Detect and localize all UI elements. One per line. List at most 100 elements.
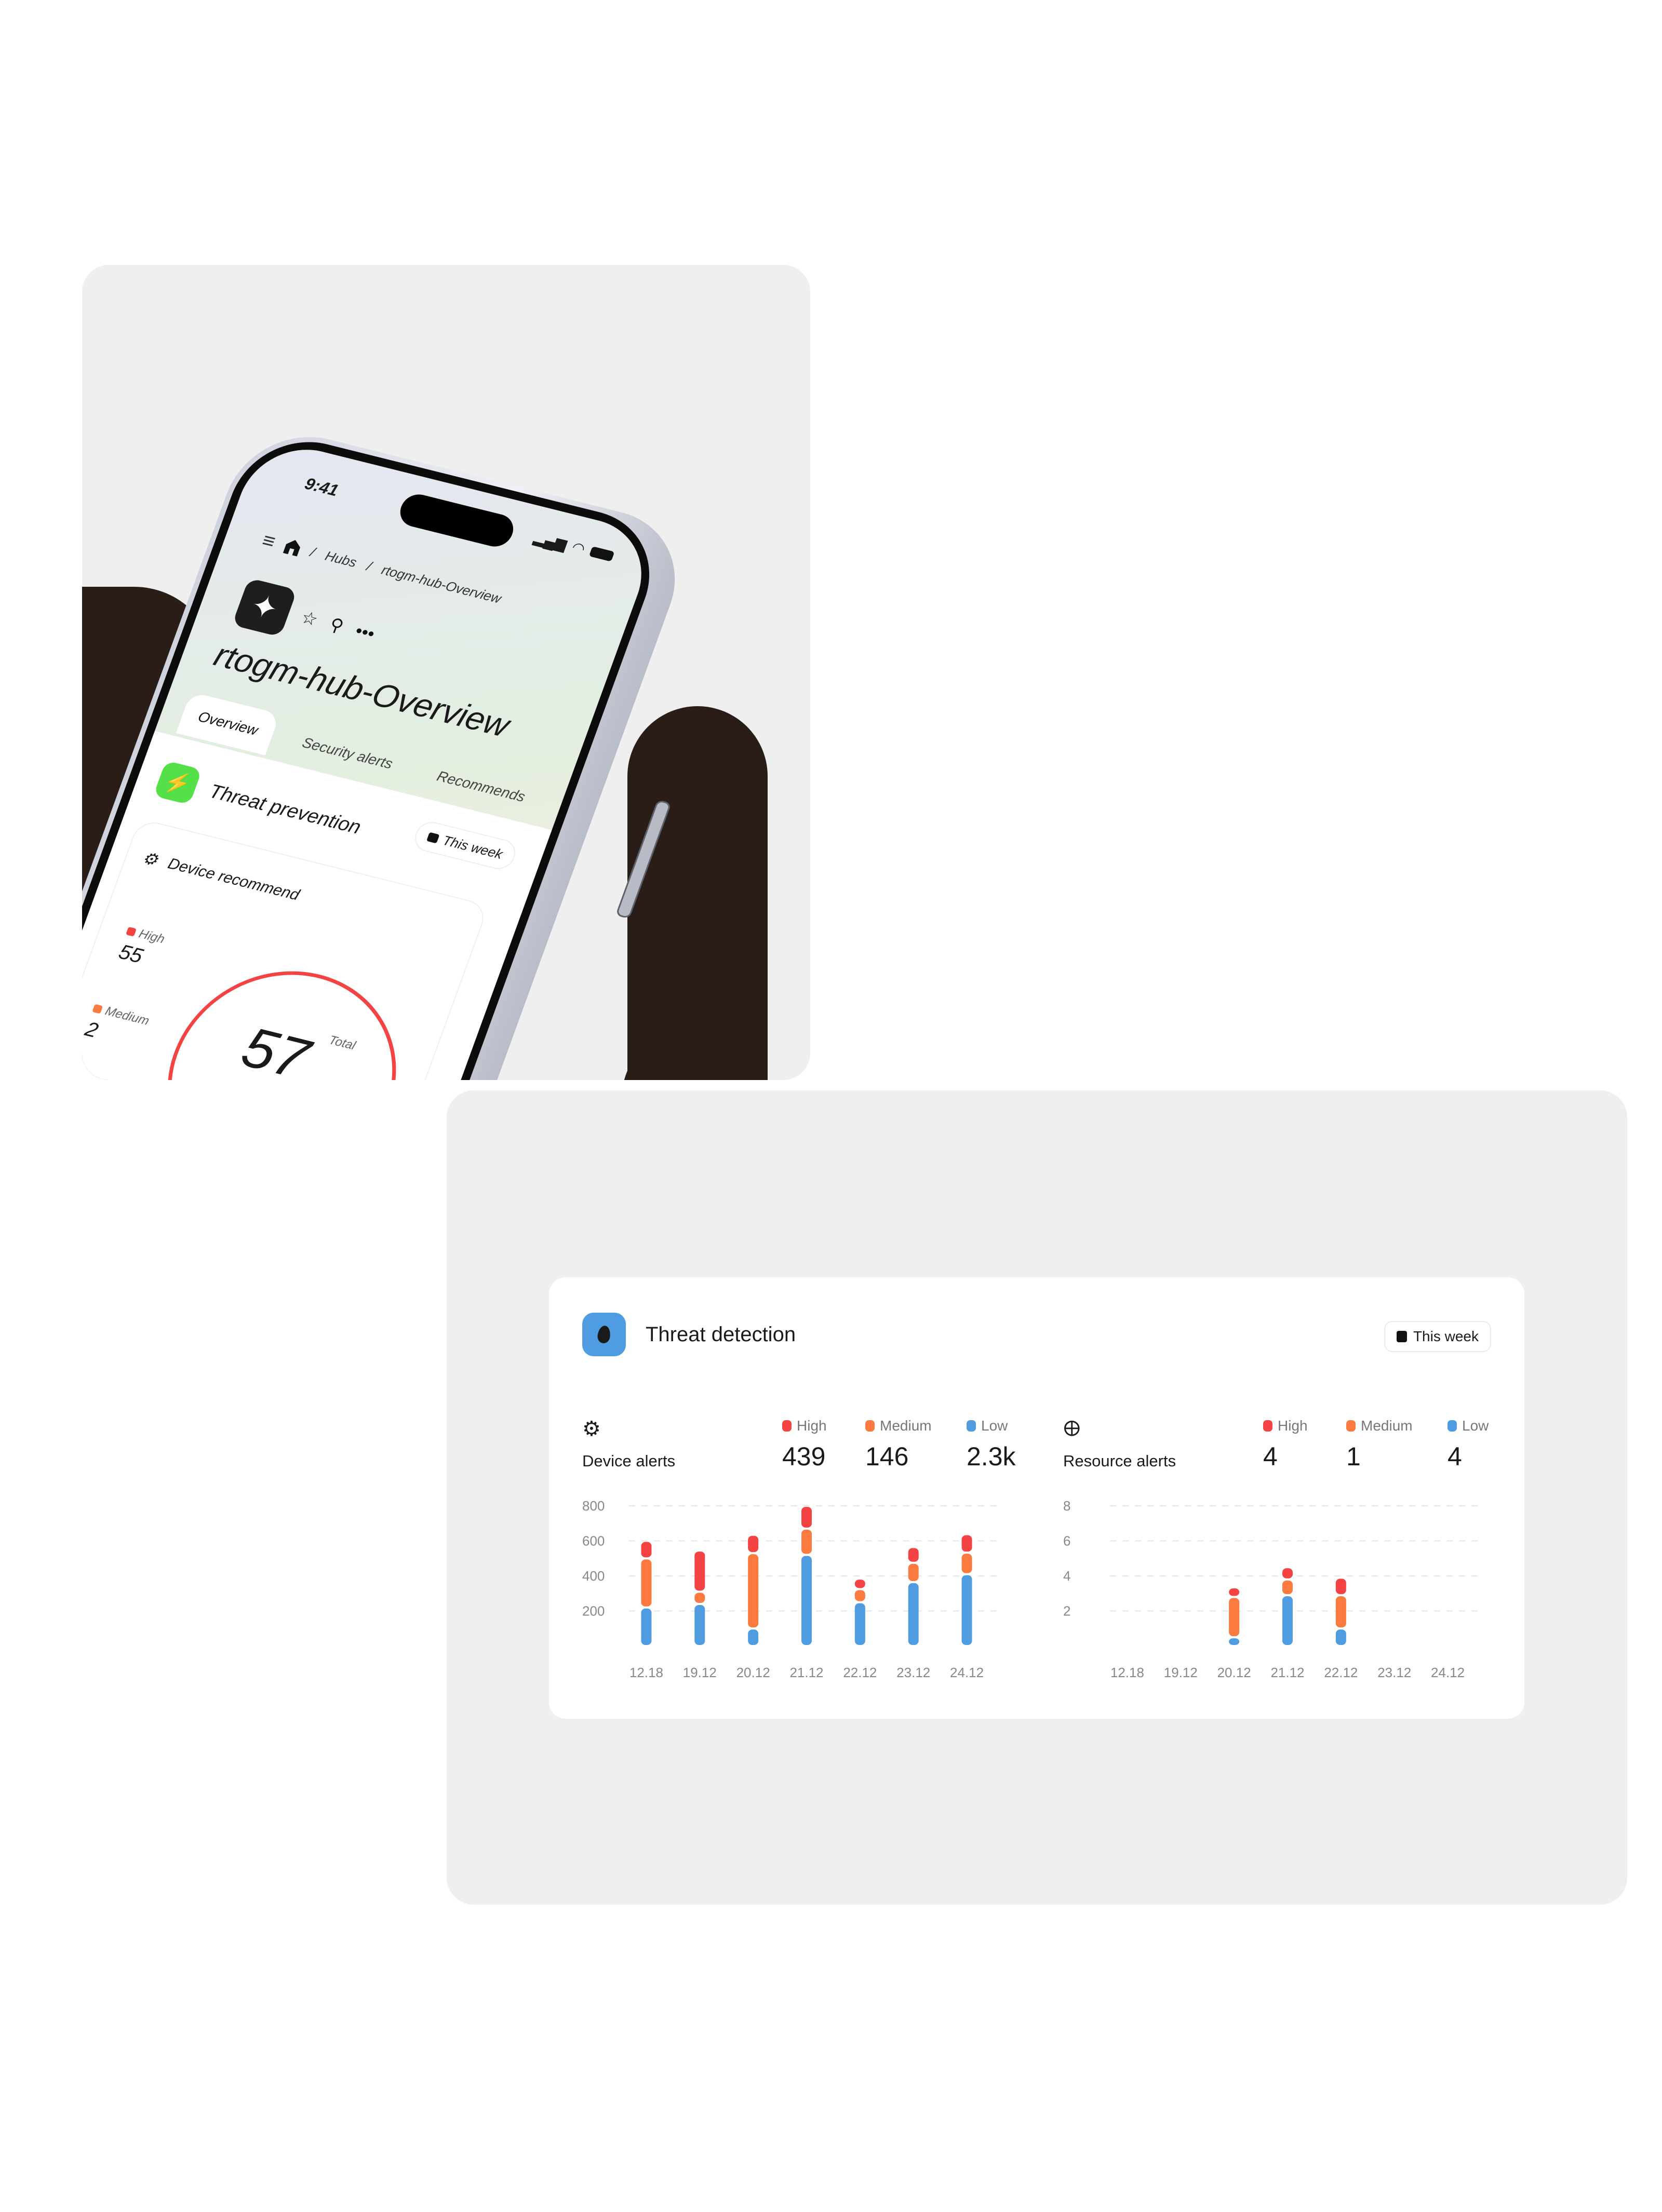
date-range-label: This week (440, 832, 505, 862)
bar-segment-low[interactable] (641, 1608, 652, 1645)
bar-segment-low[interactable] (908, 1583, 919, 1645)
y-tick-label: 6 (1063, 1533, 1070, 1549)
stat-high-value: 4 (1263, 1442, 1278, 1471)
y-tick-label: 800 (582, 1498, 605, 1514)
bar-segment-low[interactable] (1282, 1596, 1293, 1645)
x-tick-label: 23.12 (896, 1665, 930, 1680)
bar-segment-medium[interactable] (748, 1554, 759, 1628)
more-icon[interactable]: ••• (353, 621, 378, 644)
legend-high: High 55 (115, 924, 167, 972)
globe-icon: 🜨 (1063, 1418, 1081, 1440)
bar-segment-high[interactable] (854, 1580, 865, 1588)
y-tick-label: 8 (1063, 1498, 1070, 1514)
bar-segment-high[interactable] (694, 1552, 705, 1591)
device-recommend-title: Device recommend (165, 855, 302, 904)
y-tick-label: 4 (1063, 1568, 1070, 1584)
stat-high-label: High (797, 1418, 827, 1434)
device-recommend-card: ⚙ Device recommend High 55 Medium 2 Low … (82, 818, 489, 1080)
bar-segment-medium[interactable] (854, 1590, 865, 1601)
hub-logo-sparkle-icon: ✦ (232, 577, 298, 637)
bar-segment-medium[interactable] (1282, 1580, 1293, 1595)
bar-segment-high[interactable] (908, 1548, 919, 1562)
threat-detection-panel: Threat detection This week ⚙ Device aler… (447, 1090, 1627, 1905)
bar-segment-medium[interactable] (908, 1563, 919, 1581)
x-tick-label: 12.18 (629, 1665, 663, 1680)
stat-medium-value: 1 (1346, 1442, 1361, 1471)
stat-medium-value: 146 (865, 1442, 909, 1471)
dynamic-island (395, 491, 518, 550)
x-tick-label: 24.12 (1431, 1665, 1465, 1680)
medium-swatch (865, 1420, 875, 1432)
stat-low-value: 2.3k (967, 1442, 1016, 1471)
search-icon[interactable]: ⚲ (327, 614, 346, 637)
legend-medium: Medium 2 (82, 1001, 151, 1054)
stat-medium-label: Medium (1361, 1418, 1413, 1434)
bar-segment-low[interactable] (748, 1629, 759, 1645)
status-time: 9:41 (302, 474, 341, 500)
stat-medium: Medium 146 (865, 1418, 932, 1472)
calendar-icon (426, 832, 440, 843)
bar-segment-low[interactable] (961, 1575, 972, 1645)
bar-segment-high[interactable] (1282, 1568, 1293, 1579)
bar-segment-medium[interactable] (694, 1593, 705, 1603)
bar-segment-low[interactable] (1335, 1629, 1346, 1645)
breadcrumb-current: rtogm-hub-Overview (379, 562, 504, 606)
bar-segment-low[interactable] (854, 1603, 865, 1645)
high-swatch (126, 926, 137, 937)
device-recommend-header: ⚙ Device recommend (140, 848, 302, 906)
stat-high-value: 439 (782, 1442, 826, 1471)
flame-icon-badge (582, 1313, 626, 1356)
phone-mockup-panel: 9:41 ▂▄▆ ◠ ≡ / Hubs / rtogm-hub-Overview… (82, 265, 810, 1080)
x-tick-label: 21.12 (789, 1665, 823, 1680)
bar-segment-high[interactable] (1335, 1579, 1346, 1595)
legend-high-label: High (137, 926, 167, 947)
date-range-button[interactable]: This week (410, 818, 520, 872)
low-swatch (967, 1420, 976, 1432)
x-tick-label: 12.18 (1110, 1665, 1144, 1680)
star-icon[interactable]: ☆ (298, 607, 321, 630)
chip-icon: ⚙ (582, 1418, 601, 1440)
bar-segment-high[interactable] (801, 1507, 812, 1528)
legend-low: Low 0 (82, 1078, 97, 1080)
stat-medium-label: Medium (880, 1418, 932, 1434)
home-icon[interactable] (283, 538, 302, 556)
date-range-button[interactable]: This week (1384, 1321, 1491, 1352)
bar-segment-medium[interactable] (961, 1554, 972, 1573)
x-tick-label: 21.12 (1270, 1665, 1304, 1680)
threat-detection-title: Threat detection (646, 1323, 796, 1346)
breadcrumb-hubs[interactable]: Hubs (323, 548, 359, 571)
menu-icon[interactable]: ≡ (259, 529, 279, 554)
stat-high: High 4 (1263, 1418, 1308, 1472)
high-swatch (782, 1420, 792, 1432)
bar-segment-medium[interactable] (1335, 1596, 1346, 1628)
stat-low-label: Low (1462, 1418, 1489, 1434)
x-tick-label: 23.12 (1377, 1665, 1411, 1680)
x-tick-label: 20.12 (1217, 1665, 1251, 1680)
x-tick-label: 20.12 (736, 1665, 770, 1680)
medium-swatch (92, 1004, 103, 1014)
bar-segment-low[interactable] (694, 1605, 705, 1645)
stat-medium: Medium 1 (1346, 1418, 1413, 1472)
lightning-icon: ⚡ (153, 760, 203, 805)
bar-segment-high[interactable] (641, 1542, 652, 1558)
stat-low-label: Low (981, 1418, 1008, 1434)
bar-segment-medium[interactable] (801, 1529, 812, 1554)
resource-alerts-chart: 2 4 6 8 12.18 19.12 20.12 21.12 22.12 23.12 24.12 (1063, 1498, 1484, 1680)
chip-icon: ⚙ (140, 848, 161, 870)
phone-screen: 9:41 ▂▄▆ ◠ ≡ / Hubs / rtogm-hub-Overview… (82, 436, 659, 1080)
bar-segment-high[interactable] (748, 1535, 759, 1553)
bar-segment-medium[interactable] (641, 1559, 652, 1607)
bar-segment-medium[interactable] (1229, 1598, 1240, 1637)
device-alerts-title: Device alerts (582, 1452, 676, 1470)
bar-segment-low[interactable] (1229, 1638, 1240, 1645)
bar-segment-high[interactable] (1229, 1588, 1240, 1596)
breadcrumb-separator: / (365, 558, 374, 574)
device-alerts-chart: 200 400 600 800 12.18 19.12 20.12 21.12 22.12 23.… (582, 1498, 1003, 1680)
calendar-icon (1396, 1331, 1407, 1342)
x-tick-label: 19.12 (683, 1665, 717, 1680)
bar-segment-low[interactable] (801, 1556, 812, 1645)
medium-swatch (1346, 1420, 1356, 1432)
bar-segment-high[interactable] (961, 1535, 972, 1552)
threat-prevention-title: Threat prevention (206, 780, 364, 839)
high-swatch (1263, 1420, 1272, 1432)
